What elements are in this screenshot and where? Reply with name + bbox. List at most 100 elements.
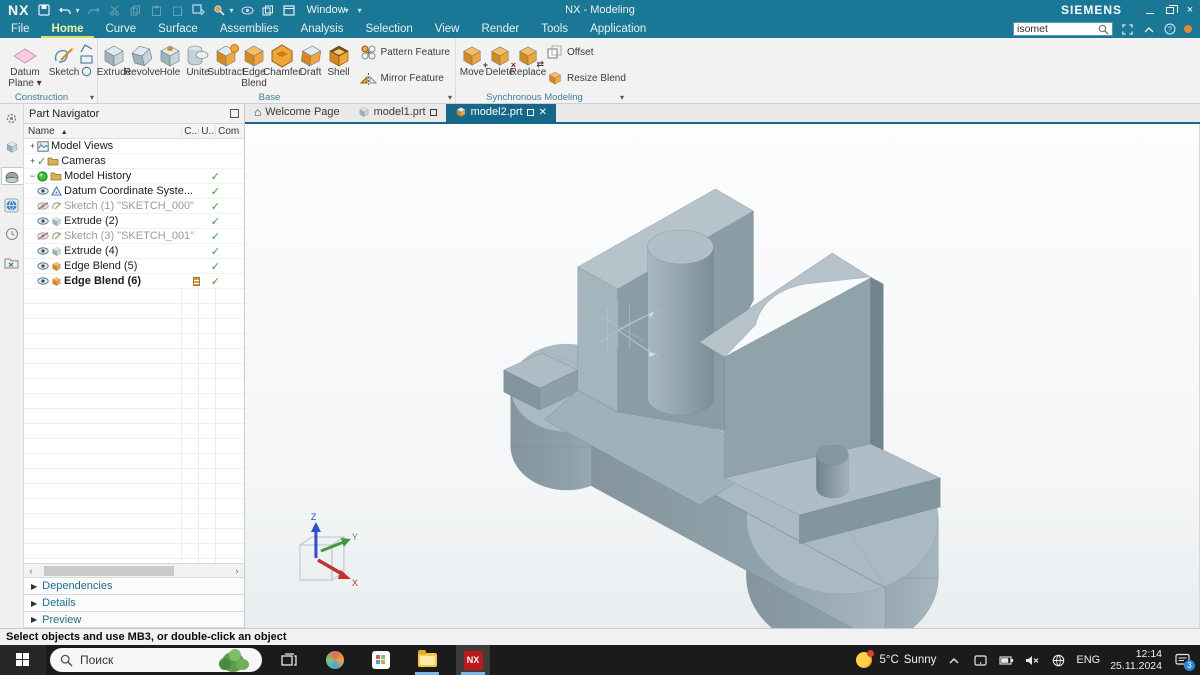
- undo-dropdown-icon[interactable]: ▾: [75, 6, 79, 15]
- tree-row-edge-blend-5[interactable]: Edge Blend (5) ✓: [24, 259, 244, 274]
- menu-surface[interactable]: Surface: [147, 21, 209, 38]
- menu-home[interactable]: Home: [41, 21, 95, 38]
- visibility-eye-icon[interactable]: [37, 262, 49, 270]
- tree-row-extrude-2[interactable]: Extrude (2) ✓: [24, 214, 244, 229]
- offset-button[interactable]: Offset: [544, 41, 629, 63]
- rectangle-tool-icon[interactable]: [80, 55, 93, 64]
- store-icon[interactable]: [364, 645, 398, 675]
- switch-window-icon[interactable]: [191, 4, 205, 17]
- datum-plane-button[interactable]: Datum Plane ▾: [2, 41, 48, 91]
- tree-row-sketch-3[interactable]: Sketch (3) "SKETCH_001" ✓: [24, 229, 244, 244]
- window-menu[interactable]: Window ▾ ▾: [306, 4, 361, 16]
- construction-group-dropdown-icon[interactable]: ▾: [90, 92, 94, 103]
- undock-icon[interactable]: [230, 109, 239, 118]
- graphics-viewport[interactable]: Y X: [245, 124, 1200, 628]
- gear-icon[interactable]: [3, 109, 21, 127]
- tree-row-model-views[interactable]: + Model Views: [24, 139, 244, 154]
- section-preview[interactable]: ▶ Preview: [24, 611, 244, 628]
- tab-pin-icon[interactable]: [527, 109, 534, 116]
- scrollbar-thumb[interactable]: [44, 566, 174, 576]
- show-hide-icon[interactable]: [240, 4, 254, 17]
- copy-icon[interactable]: [128, 4, 142, 17]
- section-dependencies[interactable]: ▶ Dependencies: [24, 577, 244, 594]
- assembly-navigator-icon[interactable]: [3, 138, 21, 156]
- clock[interactable]: 12:14 25.11.2024: [1110, 648, 1162, 672]
- replace-button[interactable]: ⇄ Replace: [514, 41, 542, 81]
- subtract-button[interactable]: Subtract: [212, 41, 240, 81]
- expand-icon[interactable]: +: [28, 156, 37, 166]
- part-navigator-icon[interactable]: [1, 167, 23, 185]
- tree-row-sketch-1[interactable]: Sketch (1) "SKETCH_000" ✓: [24, 199, 244, 214]
- language-indicator[interactable]: ENG: [1076, 654, 1100, 666]
- taskbar-search[interactable]: Поиск: [50, 648, 262, 672]
- tab-model1[interactable]: model1.prt: [349, 102, 446, 122]
- tree-row-model-history[interactable]: − Model History ✓: [24, 169, 244, 184]
- tree-row-extrude-4[interactable]: Extrude (4) ✓: [24, 244, 244, 259]
- start-button[interactable]: [0, 645, 46, 675]
- collapse-icon[interactable]: −: [28, 171, 37, 181]
- mirror-feature-button[interactable]: Mirror Feature: [357, 67, 453, 89]
- customize-qat-icon[interactable]: ▾: [358, 6, 362, 15]
- network-globe-icon[interactable]: [1050, 653, 1066, 667]
- resize-blend-button[interactable]: Resize Blend: [544, 67, 629, 89]
- revolve-button[interactable]: Revolve: [128, 41, 156, 81]
- visibility-eye-icon[interactable]: [37, 187, 49, 195]
- fullscreen-icon[interactable]: [1121, 23, 1134, 35]
- help-icon[interactable]: ?: [1163, 23, 1176, 35]
- visibility-eye-icon[interactable]: [37, 247, 49, 255]
- column-com[interactable]: Com: [216, 126, 244, 137]
- tree-row-edge-blend-6[interactable]: Edge Blend (6) ✓: [24, 274, 244, 289]
- tab-pin-icon[interactable]: [430, 109, 437, 116]
- base-group-dropdown-icon[interactable]: ▾: [448, 92, 452, 103]
- sketch-button[interactable]: Sketch: [48, 41, 80, 81]
- chevron-up-icon[interactable]: [946, 653, 962, 667]
- battery-icon[interactable]: [998, 653, 1014, 667]
- tab-model2[interactable]: model2.prt ✕: [446, 102, 556, 122]
- cut-icon[interactable]: [107, 4, 121, 17]
- visibility-eye-icon[interactable]: [37, 277, 49, 285]
- expand-icon[interactable]: +: [28, 141, 37, 151]
- menu-selection[interactable]: Selection: [354, 21, 423, 38]
- search-highlight-image[interactable]: [216, 648, 256, 672]
- collapse-ribbon-icon[interactable]: [1142, 23, 1155, 35]
- scroll-left-icon[interactable]: ‹: [26, 566, 36, 576]
- cascade-window-icon[interactable]: [261, 4, 275, 17]
- restore-button[interactable]: [1160, 1, 1180, 19]
- explorer-icon[interactable]: [410, 645, 444, 675]
- nx-taskbar-icon[interactable]: NX: [456, 645, 490, 675]
- menu-view[interactable]: View: [424, 21, 471, 38]
- scroll-right-icon[interactable]: ›: [232, 566, 242, 576]
- hole-button[interactable]: Hole: [156, 41, 184, 81]
- weather-widget[interactable]: 5°CSunny: [856, 652, 936, 668]
- template-folder-icon[interactable]: [3, 254, 21, 272]
- window-icon[interactable]: [282, 4, 296, 17]
- close-button[interactable]: ×: [1180, 1, 1200, 19]
- menu-file[interactable]: File: [0, 21, 41, 38]
- pattern-feature-button[interactable]: Pattern Feature: [357, 41, 453, 63]
- device-icon[interactable]: [972, 653, 988, 667]
- edge-blend-button[interactable]: Edge Blend: [240, 41, 268, 91]
- save-icon[interactable]: [37, 4, 51, 17]
- draft-button[interactable]: Draft: [297, 41, 325, 81]
- redo-icon[interactable]: [86, 4, 100, 17]
- column-c[interactable]: C...: [182, 126, 199, 137]
- menu-curve[interactable]: Curve: [94, 21, 147, 38]
- command-search-input[interactable]: [1014, 23, 1098, 35]
- circle-tool-icon[interactable]: [81, 66, 92, 77]
- synchronous-group-dropdown-icon[interactable]: ▾: [620, 92, 624, 103]
- copilot-icon[interactable]: [318, 645, 352, 675]
- paste-icon[interactable]: [149, 4, 163, 17]
- shell-button[interactable]: Shell: [325, 41, 353, 81]
- menu-analysis[interactable]: Analysis: [290, 21, 355, 38]
- undo-icon[interactable]: [58, 4, 72, 17]
- web-browser-icon[interactable]: [3, 196, 21, 214]
- command-search[interactable]: [1013, 22, 1113, 36]
- task-view-icon[interactable]: [272, 645, 306, 675]
- touch-dropdown-icon[interactable]: ▾: [229, 6, 233, 15]
- move-button[interactable]: + Move: [458, 41, 486, 81]
- tree-row-cameras[interactable]: + ✓ Cameras: [24, 154, 244, 169]
- section-details[interactable]: ▶ Details: [24, 594, 244, 611]
- tree-row-datum-csys[interactable]: Datum Coordinate Syste... ✓: [24, 184, 244, 199]
- menu-assemblies[interactable]: Assemblies: [209, 21, 290, 38]
- visibility-eye-off-icon[interactable]: [37, 232, 49, 240]
